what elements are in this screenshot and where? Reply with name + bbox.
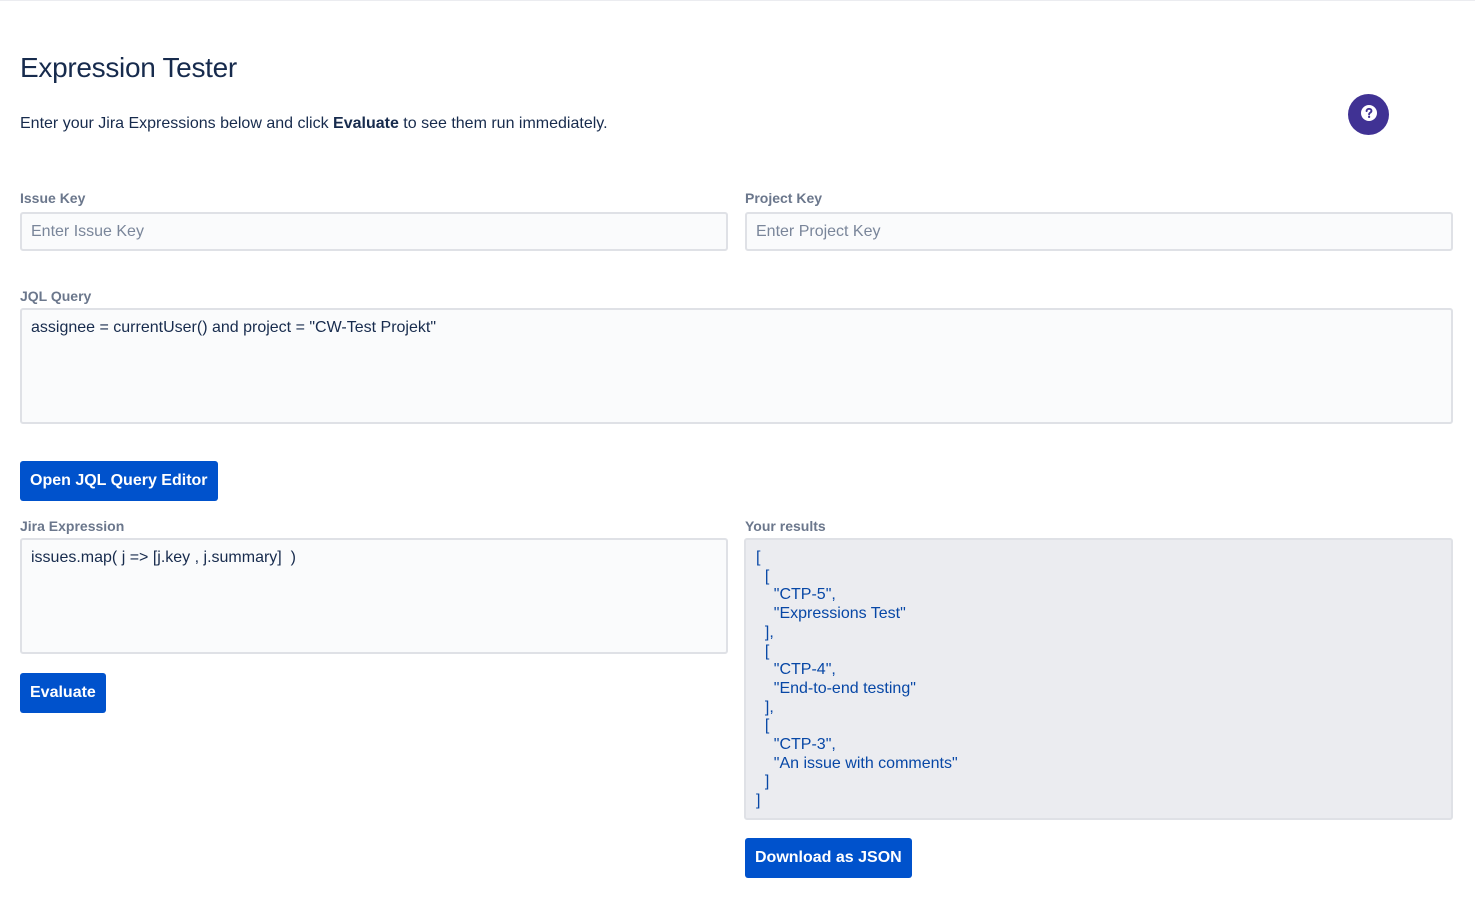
jql-query-label: JQL Query [20, 288, 92, 304]
results-panel: [ [ "CTP-5", "Expressions Test" ], [ "CT… [744, 538, 1453, 820]
intro-text: Enter your Jira Expressions below and cl… [20, 115, 608, 133]
intro-evaluate-keyword: Evaluate [333, 115, 399, 132]
expression-tester-page: Expression Tester Enter your Jira Expres… [20, 0, 1453, 900]
intro-prefix: Enter your Jira Expressions below and cl… [20, 115, 334, 132]
evaluate-button[interactable]: Evaluate [20, 673, 106, 713]
jql-query-textarea[interactable]: assignee = currentUser() and project = "… [20, 308, 1453, 424]
issue-key-label: Issue Key [20, 190, 86, 206]
jira-expression-label: Jira Expression [20, 518, 125, 534]
download-json-button[interactable]: Download as JSON [745, 838, 912, 878]
help-button[interactable] [1348, 94, 1389, 135]
page-title: Expression Tester [20, 52, 237, 83]
intro-suffix: to see them run immediately. [398, 115, 608, 132]
your-results-label: Your results [745, 518, 826, 534]
project-key-input[interactable] [745, 212, 1453, 251]
issue-key-input[interactable] [20, 212, 728, 251]
open-jql-editor-button[interactable]: Open JQL Query Editor [20, 461, 218, 501]
results-json: [ [ "CTP-5", "Expressions Test" ], [ "CT… [756, 549, 958, 810]
project-key-label: Project Key [745, 190, 823, 206]
question-circle-icon [1360, 104, 1378, 125]
jira-expression-textarea[interactable]: issues.map( j => [j.key , j.summary] ) [20, 538, 728, 654]
